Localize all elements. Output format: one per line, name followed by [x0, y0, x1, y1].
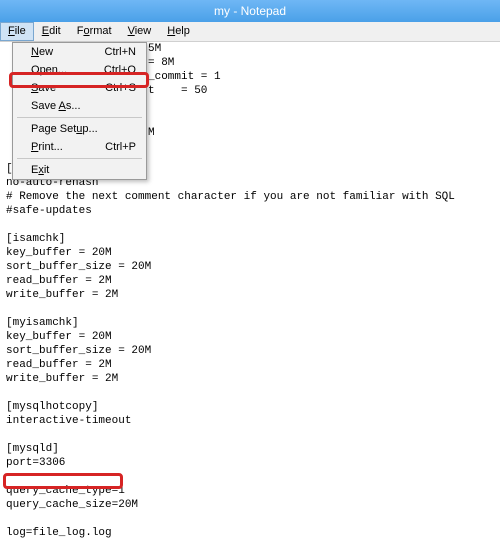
menu-help[interactable]: Help	[159, 22, 198, 41]
file-menu-dropdown: NewCtrl+N Open...Ctrl+O SaveCtrl+S Save …	[12, 42, 147, 180]
menu-exit[interactable]: Exit	[13, 161, 146, 179]
window-title: my - Notepad	[214, 4, 286, 18]
menu-save[interactable]: SaveCtrl+S	[13, 79, 146, 97]
menu-edit[interactable]: Edit	[34, 22, 69, 41]
menu-separator	[17, 158, 142, 159]
menu-open[interactable]: Open...Ctrl+O	[13, 61, 146, 79]
editor-content[interactable]: [mysql] no-auto-rehash # Remove the next…	[0, 160, 500, 542]
editor-fragment-behind-menu: 5M = 8M _commit = 1 t = 50 M	[148, 42, 221, 140]
menu-page-setup[interactable]: Page Setup...	[13, 120, 146, 138]
menu-format[interactable]: Format	[69, 22, 120, 41]
menu-new[interactable]: NewCtrl+N	[13, 43, 146, 61]
menu-save-as[interactable]: Save As...	[13, 97, 146, 115]
menubar: File Edit Format View Help	[0, 22, 500, 42]
menu-file[interactable]: File	[0, 22, 34, 41]
window-titlebar: my - Notepad	[0, 0, 500, 22]
menu-view[interactable]: View	[120, 22, 160, 41]
menu-separator	[17, 117, 142, 118]
menu-print[interactable]: Print...Ctrl+P	[13, 138, 146, 156]
